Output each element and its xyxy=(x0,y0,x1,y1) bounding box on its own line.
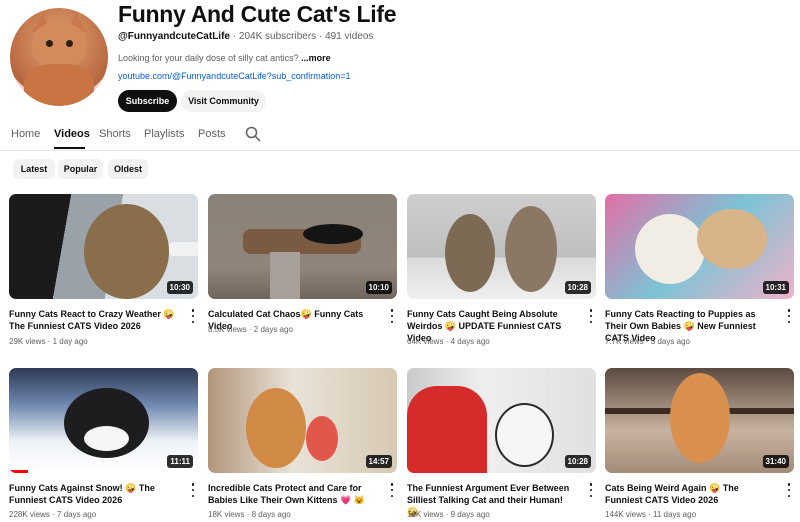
channel-link[interactable]: youtube.com/@FunnyandcuteCatLife?sub_con… xyxy=(118,71,351,81)
upload-age: 7 days ago xyxy=(57,510,97,519)
video-thumbnail[interactable]: 11:11 xyxy=(9,368,198,473)
video-title[interactable]: Cats Being Weird Again 🤪 The Funniest CA… xyxy=(605,482,773,506)
video-title[interactable]: Incredible Cats Protect and Care for Bab… xyxy=(208,482,376,506)
video-duration: 11:11 xyxy=(167,455,193,468)
meta-separator: · xyxy=(232,31,237,42)
more-vert-icon[interactable] xyxy=(786,483,792,497)
upload-age: 5 days ago xyxy=(650,337,690,346)
watch-progress-bar xyxy=(9,470,28,473)
chip-popular[interactable]: Popular xyxy=(58,159,103,179)
video-duration: 10:10 xyxy=(365,281,392,294)
chip-oldest[interactable]: Oldest xyxy=(108,159,148,179)
cat-image xyxy=(84,204,169,299)
visit-community-button[interactable]: Visit Community xyxy=(181,90,266,112)
meta-separator: · xyxy=(318,31,323,42)
view-count: 29K views xyxy=(9,337,46,346)
upload-age: 8 days ago xyxy=(251,510,291,519)
video-meta: 228K views · 7 days ago xyxy=(9,510,97,519)
avatar-cat-face xyxy=(32,22,86,68)
view-count: 228K views xyxy=(9,510,50,519)
video-meta: 7.7K views · 5 days ago xyxy=(605,337,690,346)
video-thumbnail[interactable]: 10:31 xyxy=(605,194,794,299)
channel-meta: @FunnyandcuteCatLife · 204K subscribers … xyxy=(118,31,373,42)
video-meta: 64K views · 4 days ago xyxy=(407,337,490,346)
video-meta: 8.5K views · 2 days ago xyxy=(208,325,293,334)
view-count: 144K views xyxy=(605,510,646,519)
video-duration: 10:28 xyxy=(564,455,591,468)
cat-tree-post xyxy=(270,252,300,299)
upload-age: 11 days ago xyxy=(653,510,697,519)
more-vert-icon[interactable] xyxy=(389,483,395,497)
video-thumbnail[interactable]: 10:28 xyxy=(407,368,596,473)
more-vert-icon[interactable] xyxy=(190,309,196,323)
view-count: 8.5K views xyxy=(208,325,247,334)
video-meta: 144K views · 11 days ago xyxy=(605,510,697,519)
tab-playlists[interactable]: Playlists xyxy=(144,128,184,140)
description-text: Looking for your daily dose of silly cat… xyxy=(118,53,299,63)
puppy-image xyxy=(697,209,767,269)
tab-home[interactable]: Home xyxy=(11,128,40,140)
cat-image xyxy=(495,403,554,467)
video-duration: 10:31 xyxy=(762,281,789,294)
tab-videos[interactable]: Videos xyxy=(54,128,90,140)
channel-description[interactable]: Looking for your daily dose of silly cat… xyxy=(118,53,331,63)
channel-handle: @FunnyandcuteCatLife xyxy=(118,31,230,42)
video-thumbnail[interactable]: 10:10 xyxy=(208,194,397,299)
avatar-cat-eye xyxy=(66,40,73,47)
chip-latest[interactable]: Latest xyxy=(13,159,55,179)
video-thumbnail[interactable]: 10:28 xyxy=(407,194,596,299)
baby-image xyxy=(306,416,338,461)
video-title[interactable]: Funny Cats Against Snow! 🤪 The Funniest … xyxy=(9,482,177,506)
car-image xyxy=(169,242,198,256)
video-count: 491 videos xyxy=(325,31,374,42)
upload-age: 2 days ago xyxy=(253,325,293,334)
active-tab-indicator xyxy=(54,147,85,149)
more-vert-icon[interactable] xyxy=(588,309,594,323)
search-icon[interactable] xyxy=(245,126,261,142)
cat-image xyxy=(505,206,557,292)
subscriber-count: 204K subscribers xyxy=(238,31,317,42)
video-thumbnail[interactable]: 31:40 xyxy=(605,368,794,473)
cat-image xyxy=(246,388,306,468)
more-link[interactable]: ...more xyxy=(301,53,331,63)
avatar-cat-eye xyxy=(46,40,53,47)
video-duration: 10:28 xyxy=(564,281,591,294)
more-vert-icon[interactable] xyxy=(389,309,395,323)
person-image xyxy=(407,386,487,473)
more-vert-icon[interactable] xyxy=(588,483,594,497)
video-meta: 18K views · 8 days ago xyxy=(208,510,291,519)
subscribe-button[interactable]: Subscribe xyxy=(118,90,177,112)
video-duration: 10:30 xyxy=(166,281,193,294)
snow-image xyxy=(84,426,129,451)
upload-age: 9 days ago xyxy=(450,510,490,519)
video-meta: 29K views · 1 day ago xyxy=(9,337,88,346)
video-meta: 16K views · 9 days ago xyxy=(407,510,490,519)
view-count: 18K views xyxy=(208,510,245,519)
video-thumbnail[interactable]: 14:57 xyxy=(208,368,397,473)
view-count: 16K views xyxy=(407,510,444,519)
tab-posts[interactable]: Posts xyxy=(198,128,226,140)
view-count: 7.7K views xyxy=(605,337,644,346)
upload-age: 1 day ago xyxy=(52,337,88,346)
channel-title: Funny And Cute Cat's Life xyxy=(118,1,397,27)
video-duration: 14:57 xyxy=(365,455,392,468)
more-vert-icon[interactable] xyxy=(786,309,792,323)
tab-shorts[interactable]: Shorts xyxy=(99,128,131,140)
cat-image xyxy=(303,224,363,244)
video-title[interactable]: Funny Cats React to Crazy Weather 🤪 The … xyxy=(9,308,177,332)
more-vert-icon[interactable] xyxy=(190,483,196,497)
channel-avatar[interactable] xyxy=(10,8,108,106)
video-thumbnail[interactable]: 10:30 xyxy=(9,194,198,299)
avatar-cat-body xyxy=(24,64,94,106)
cat-image xyxy=(635,214,705,284)
channel-tabs: Home Videos Shorts Playlists Posts xyxy=(0,120,800,151)
cat-image xyxy=(445,214,495,292)
cat-image xyxy=(670,373,730,463)
upload-age: 4 days ago xyxy=(450,337,490,346)
view-count: 64K views xyxy=(407,337,444,346)
video-duration: 31:40 xyxy=(762,455,789,468)
